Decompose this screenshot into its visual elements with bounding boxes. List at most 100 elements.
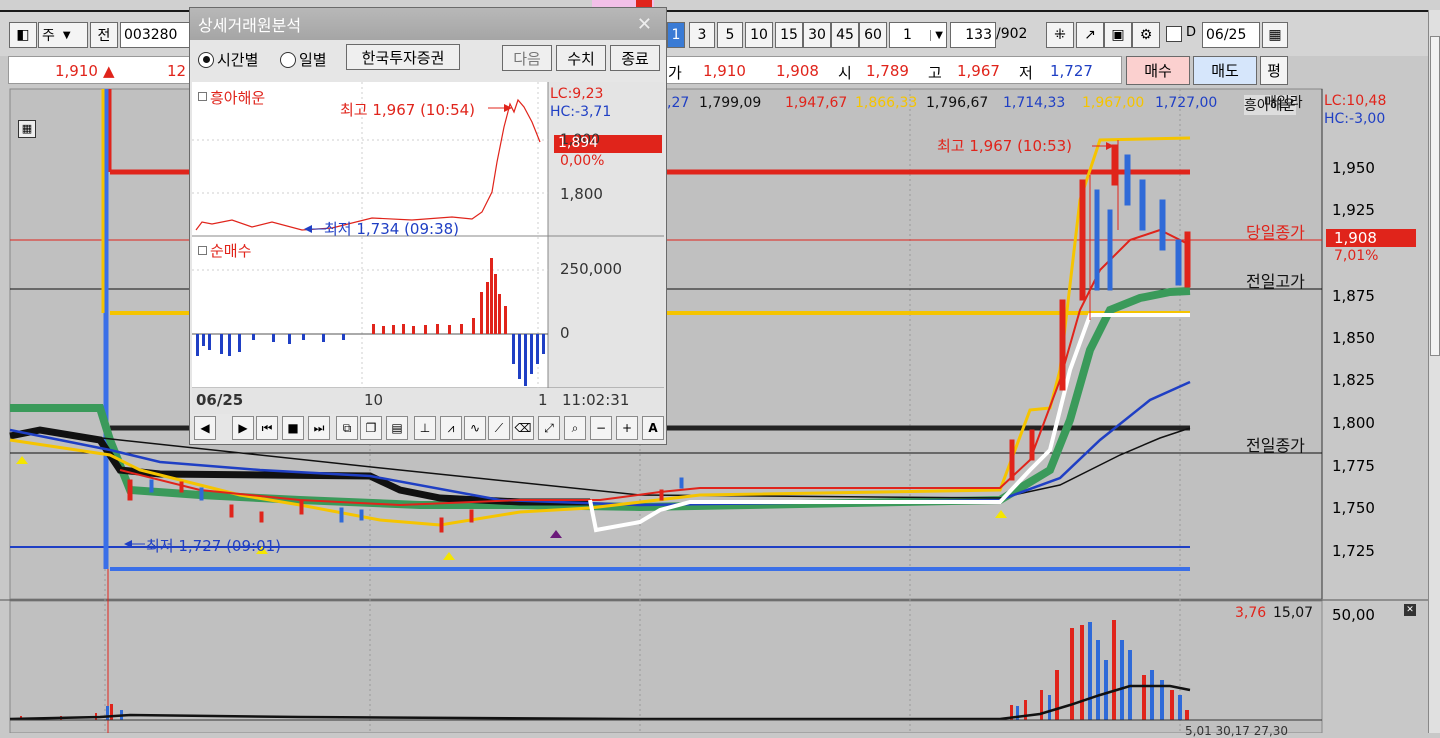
chart-layout-button[interactable]: ◧ xyxy=(9,22,37,48)
period-3-button[interactable]: 3 xyxy=(689,22,715,48)
y-tick: 1,875 xyxy=(1332,287,1375,305)
popup-net-tick-zero: 0 xyxy=(560,324,570,342)
low-annotation: 최저 1,727 (09:01) xyxy=(146,537,282,555)
high-value: 1,967 xyxy=(957,62,1000,80)
mode-select[interactable]: 주 ▼ xyxy=(38,22,88,48)
close-button[interactable]: 종료 xyxy=(610,45,660,71)
count-input[interactable]: 133 xyxy=(950,22,996,48)
prev-high-label: 전일고가 xyxy=(1246,272,1305,291)
up-arrow-icon: ▲ xyxy=(103,62,115,80)
save-icon[interactable]: ▣ xyxy=(1104,22,1132,48)
scroll-thumb[interactable] xyxy=(1430,36,1440,356)
popup-hc-label: HC:-3,71 xyxy=(550,104,612,120)
indicator-toggle-icon[interactable]: ▦ xyxy=(18,120,36,138)
y-tick: 1,775 xyxy=(1332,457,1375,475)
chevron-down-icon: ▼ xyxy=(930,29,943,41)
radio-selected-icon xyxy=(198,51,214,68)
eraser-icon[interactable]: ⌫ xyxy=(512,416,534,440)
volume-plot-area xyxy=(9,600,1323,733)
close-icon[interactable]: ✕ xyxy=(637,14,652,35)
crosshair-tool-icon[interactable]: ⁜ xyxy=(1046,22,1074,48)
mode-label: 주 xyxy=(42,28,55,44)
zoom-in-icon[interactable]: + xyxy=(616,416,638,440)
today-close-label: 당일종가 xyxy=(1246,223,1305,242)
radio-day[interactable]: 일별 xyxy=(280,49,327,70)
indicator-icon[interactable]: ⊥ xyxy=(414,416,436,440)
buy-button[interactable]: 매수 xyxy=(1126,56,1190,85)
stop-icon[interactable]: ■ xyxy=(282,416,304,440)
popup-lc-label: LC:9,23 xyxy=(550,86,604,102)
period-60-button[interactable]: 60 xyxy=(859,22,887,48)
label-go: 고 xyxy=(928,64,942,82)
search-icon[interactable]: ⌕ xyxy=(564,416,586,440)
date-checkbox-label: D xyxy=(1186,25,1197,40)
next-button[interactable]: 다음 xyxy=(502,45,552,71)
ma-legend-5: 1,796,67 xyxy=(926,95,989,111)
popup-net-marker-icon xyxy=(198,246,207,255)
fast-forward-icon[interactable]: ⏭ xyxy=(308,416,330,440)
count-total: /902 xyxy=(996,26,1028,42)
calendar-icon[interactable]: ▦ xyxy=(1262,22,1288,48)
popup-date: 06/25 xyxy=(196,391,244,409)
radio-day-label: 일별 xyxy=(299,51,327,69)
current-pct-label: 7,01% xyxy=(1334,248,1379,264)
radio-empty-icon xyxy=(280,51,296,68)
stock-code-input[interactable]: 003280 xyxy=(120,22,190,48)
prev-button[interactable]: 전 xyxy=(90,22,118,48)
y-tick: 1,750 xyxy=(1332,499,1375,517)
period-15-button[interactable]: 15 xyxy=(775,22,803,48)
radio-time[interactable]: 시간별 xyxy=(198,49,258,70)
volume-close-icon[interactable]: ✕ xyxy=(1404,604,1416,616)
low-value: 1,727 xyxy=(1050,62,1093,80)
grid-icon[interactable]: ▤ xyxy=(386,416,408,440)
change-value: 12 xyxy=(167,62,187,80)
wave-icon[interactable]: ∿ xyxy=(464,416,486,440)
interval-value: 1 xyxy=(903,27,912,43)
volume-legend-1: 3,76 xyxy=(1235,605,1267,621)
rewind-icon[interactable]: ⏮ xyxy=(256,416,278,440)
date-checkbox[interactable] xyxy=(1166,26,1182,42)
value-button[interactable]: 수치 xyxy=(556,45,606,71)
y-tick: 1,850 xyxy=(1332,329,1375,347)
price-bar-bg-left xyxy=(8,56,193,84)
line-icon[interactable]: ⟋ xyxy=(488,416,510,440)
ga-value-2: 1,908 xyxy=(776,62,819,80)
open-value: 1,789 xyxy=(866,62,909,80)
y-tick: 1,725 xyxy=(1332,542,1375,560)
label-si: 시 xyxy=(838,64,852,82)
sell-button[interactable]: 매도 xyxy=(1193,56,1257,85)
y-tick: 1,950 xyxy=(1332,159,1375,177)
volume-y-tick: 50,00 xyxy=(1332,606,1375,624)
period-5-button[interactable]: 5 xyxy=(717,22,743,48)
period-45-button[interactable]: 45 xyxy=(831,22,859,48)
eval-button[interactable]: 평 xyxy=(1260,56,1288,85)
zoom-out-icon[interactable]: − xyxy=(590,416,612,440)
popup-high-annotation: 최고 1,967 (10:54) xyxy=(340,101,476,119)
current-price-tag-label: 1,908 xyxy=(1334,229,1377,247)
period-30-button[interactable]: 30 xyxy=(803,22,831,48)
gear-icon[interactable]: ⚙ xyxy=(1132,22,1160,48)
text-icon[interactable]: A xyxy=(642,416,664,440)
broker-analysis-window[interactable]: 상세거래원분석 ✕ 시간별 일별 한국투자증권 다음 수치 종료 흥아해운 LC… xyxy=(189,7,667,445)
scroll-left-icon[interactable]: ◀ xyxy=(194,416,216,440)
zoom-fit-icon[interactable]: ⤢ xyxy=(538,416,560,440)
popup-stock-marker-icon xyxy=(198,92,207,101)
y-tick: 1,925 xyxy=(1332,201,1375,219)
chevron-down-icon: ▼ xyxy=(62,29,71,41)
draw-tool-icon[interactable]: ↗ xyxy=(1076,22,1104,48)
broker-select[interactable]: 한국투자증권 xyxy=(346,44,460,70)
volume-legend-2: 15,07 xyxy=(1273,605,1314,621)
trend-icon[interactable]: ⩘ xyxy=(440,416,462,440)
play-icon[interactable]: ▶ xyxy=(232,416,254,440)
overlay-icon[interactable]: ⧉ xyxy=(336,416,358,440)
interval-select[interactable]: 1 ▼ xyxy=(889,22,947,48)
main-lc-label: LC:10,48 xyxy=(1324,93,1387,109)
ma-legend-hidden-label: 매일라 xyxy=(1264,95,1303,111)
period-10-button[interactable]: 10 xyxy=(745,22,773,48)
copy-icon[interactable]: ❐ xyxy=(360,416,382,440)
y-tick: 1,825 xyxy=(1332,371,1375,389)
window-titlebar[interactable]: 상세거래원분석 ✕ xyxy=(190,8,666,40)
period-1-button[interactable]: 1 xyxy=(667,22,685,48)
popup-time: 11:02:31 xyxy=(562,391,630,409)
date-input[interactable]: 06/25 xyxy=(1202,22,1260,48)
